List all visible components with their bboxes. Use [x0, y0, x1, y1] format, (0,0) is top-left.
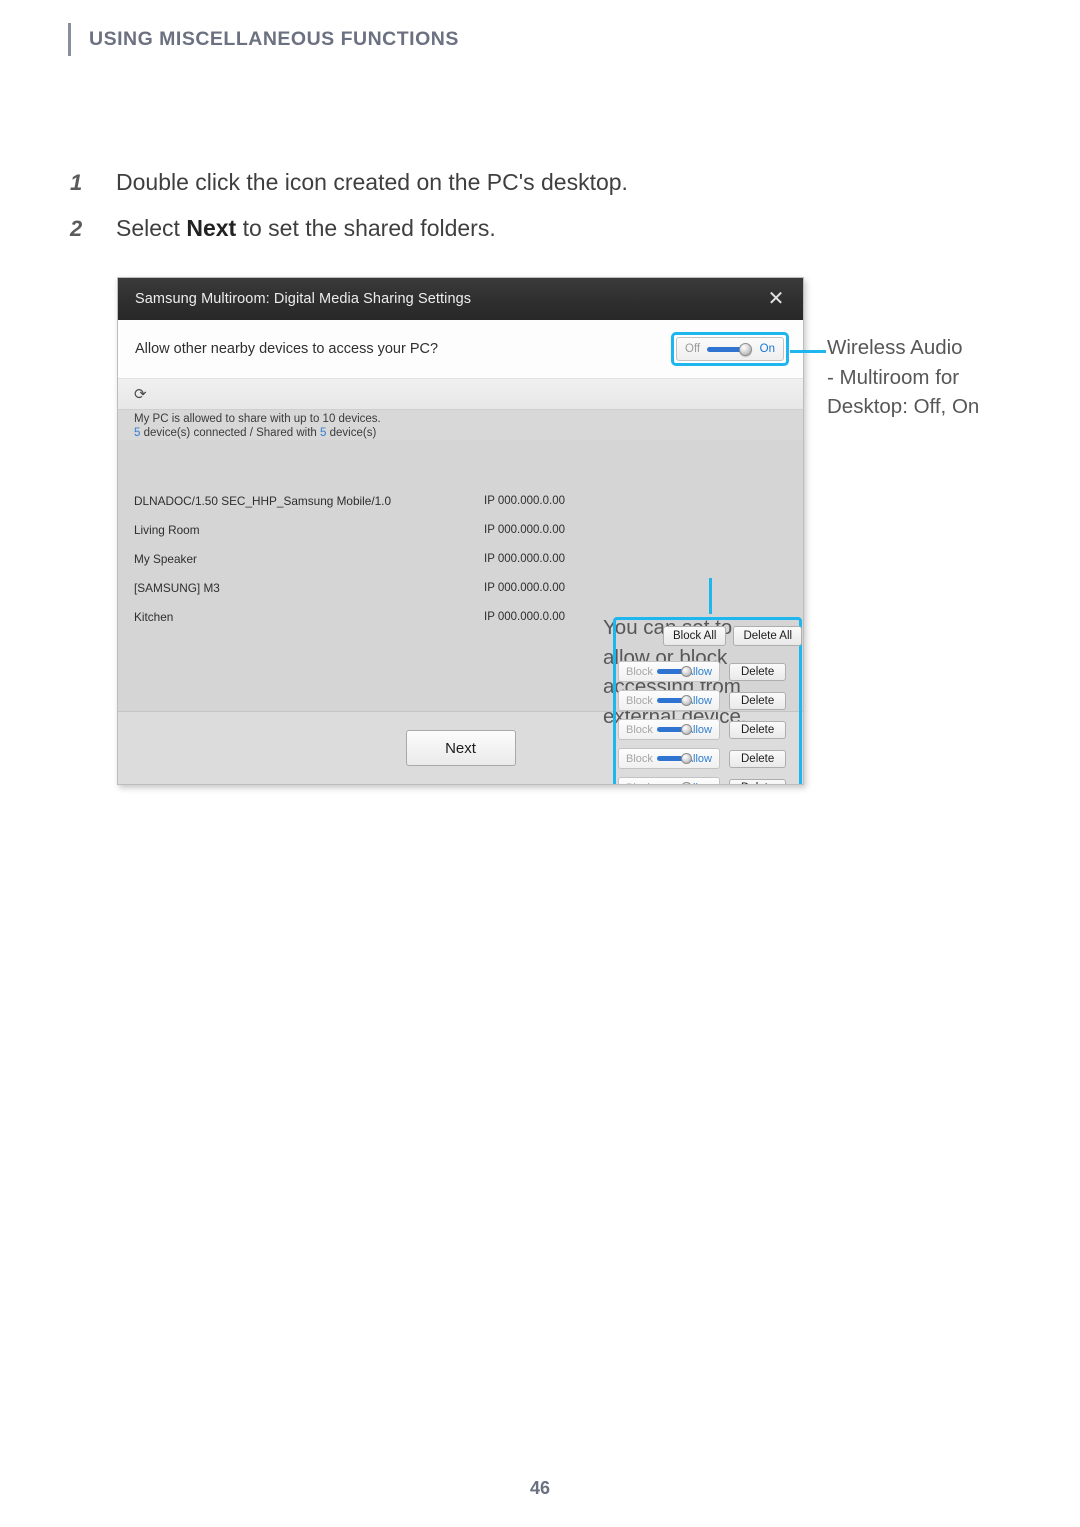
row-controls-2: Block Allow Delete: [618, 690, 787, 711]
callout-right-line-1: Wireless Audio: [827, 336, 963, 359]
delete-button[interactable]: Delete: [729, 691, 787, 710]
callout-leader-vertical: [709, 578, 712, 614]
bulk-actions: Block All Delete All: [663, 626, 803, 646]
step-2: 2 Select Next to set the shared folders.: [70, 214, 770, 243]
callout-right-line-3: Desktop: Off, On: [827, 395, 980, 418]
share-limit-text: My PC is allowed to share with up to 10 …: [134, 413, 381, 425]
block-label: Block: [626, 723, 653, 736]
master-toggle-knob[interactable]: [739, 342, 752, 356]
toggle-knob[interactable]: [681, 695, 692, 706]
manual-page: USING MISCELLANEOUS FUNCTIONS 1 Double c…: [0, 0, 1080, 1527]
row-controls-4: Block Allow Delete: [618, 748, 787, 769]
step-2-text: Select Next to set the shared folders.: [116, 214, 496, 243]
row-controls-1: Block Allow Delete: [618, 661, 787, 682]
share-count-mid: device(s) connected / Shared with: [140, 427, 321, 439]
callout-right-line-2: - Multiroom for: [827, 365, 960, 389]
device-ip: IP 000.000.0.00: [484, 523, 565, 536]
close-icon[interactable]: ✕: [763, 289, 789, 309]
device-name: Living Room: [134, 522, 200, 537]
master-toggle-off-label: Off: [685, 343, 701, 355]
device-ip: IP 000.000.0.00: [484, 552, 565, 565]
step-2-number: 2: [70, 215, 83, 241]
table-row: DLNADOC/1.50 SEC_HHP_Samsung Mobile/1.0 …: [118, 486, 803, 515]
block-label: Block: [626, 782, 653, 785]
master-toggle-callout-box: Off On: [671, 332, 789, 366]
row-controls-5: Block Allow Delete: [618, 777, 787, 785]
step-2-text-before: Select: [116, 214, 187, 241]
device-name: DLNADOC/1.50 SEC_HHP_Samsung Mobile/1.0: [134, 493, 392, 508]
running-head: USING MISCELLANEOUS FUNCTIONS: [68, 22, 459, 56]
callout-right-text: Wireless Audio - Multiroom for Desktop: …: [827, 333, 1067, 422]
dialog-titlebar: Samsung Multiroom: Digital Media Sharing…: [118, 278, 803, 320]
device-name: Kitchen: [134, 609, 174, 624]
delete-button[interactable]: Delete: [729, 720, 787, 739]
row-controls-3: Block Allow Delete: [618, 719, 787, 740]
toggle-knob[interactable]: [681, 666, 692, 677]
step-2-emphasis: Next: [186, 214, 237, 241]
toggle-knob[interactable]: [681, 753, 692, 764]
step-1: 1 Double click the icon created on the P…: [70, 168, 770, 197]
block-label: Block: [626, 694, 653, 707]
share-count-end: device(s): [326, 427, 377, 439]
block-allow-toggle[interactable]: Block Allow: [618, 719, 720, 740]
share-info-strip: My PC is allowed to share with up to 10 …: [118, 410, 803, 440]
page-title: USING MISCELLANEOUS FUNCTIONS: [89, 27, 459, 50]
refresh-icon[interactable]: ⟳: [134, 387, 147, 402]
block-allow-toggle[interactable]: Block Allow: [618, 661, 720, 682]
master-toggle-on-label: On: [759, 343, 775, 355]
table-row: [SAMSUNG] M3 IP 000.000.0.00: [118, 573, 803, 602]
allow-access-row: Allow other nearby devices to access you…: [118, 320, 803, 379]
block-allow-toggle[interactable]: Block Allow: [618, 777, 720, 785]
master-access-toggle[interactable]: Off On: [676, 337, 784, 361]
block-label: Block: [626, 752, 653, 765]
toggle-knob[interactable]: [681, 724, 692, 735]
table-row: Living Room IP 000.000.0.00: [118, 515, 803, 544]
page-number: 46: [529, 1478, 551, 1498]
table-row: My Speaker IP 000.000.0.00: [118, 544, 803, 573]
step-2-text-after: to set the shared folders.: [236, 214, 496, 241]
block-allow-toggle[interactable]: Block Allow: [618, 748, 720, 769]
device-ip: IP 000.000.0.00: [484, 494, 565, 507]
refresh-strip: ⟳: [118, 379, 803, 410]
device-ip: IP 000.000.0.00: [484, 610, 565, 623]
block-allow-toggle[interactable]: Block Allow: [618, 690, 720, 711]
delete-all-button[interactable]: Delete All: [733, 626, 803, 646]
device-ip: IP 000.000.0.00: [484, 581, 565, 594]
share-count-text: 5 device(s) connected / Shared with 5 de…: [134, 426, 803, 440]
instruction-steps: 1 Double click the icon created on the P…: [70, 168, 770, 260]
device-name: [SAMSUNG] M3: [134, 580, 220, 595]
delete-button[interactable]: Delete: [729, 778, 787, 784]
allow-access-label: Allow other nearby devices to access you…: [135, 341, 439, 357]
dms-settings-dialog: Samsung Multiroom: Digital Media Sharing…: [117, 277, 804, 785]
delete-button[interactable]: Delete: [729, 662, 787, 681]
dialog-title: Samsung Multiroom: Digital Media Sharing…: [135, 291, 472, 307]
step-1-number: 1: [70, 170, 83, 195]
block-all-button[interactable]: Block All: [663, 626, 727, 646]
running-head-rule: [68, 22, 71, 56]
next-button[interactable]: Next: [405, 730, 516, 766]
device-name: My Speaker: [134, 551, 197, 566]
delete-button[interactable]: Delete: [729, 749, 787, 768]
callout-leader-horizontal: [790, 350, 826, 353]
block-label: Block: [626, 665, 653, 678]
step-1-text: Double click the icon created on the PC'…: [116, 169, 628, 195]
